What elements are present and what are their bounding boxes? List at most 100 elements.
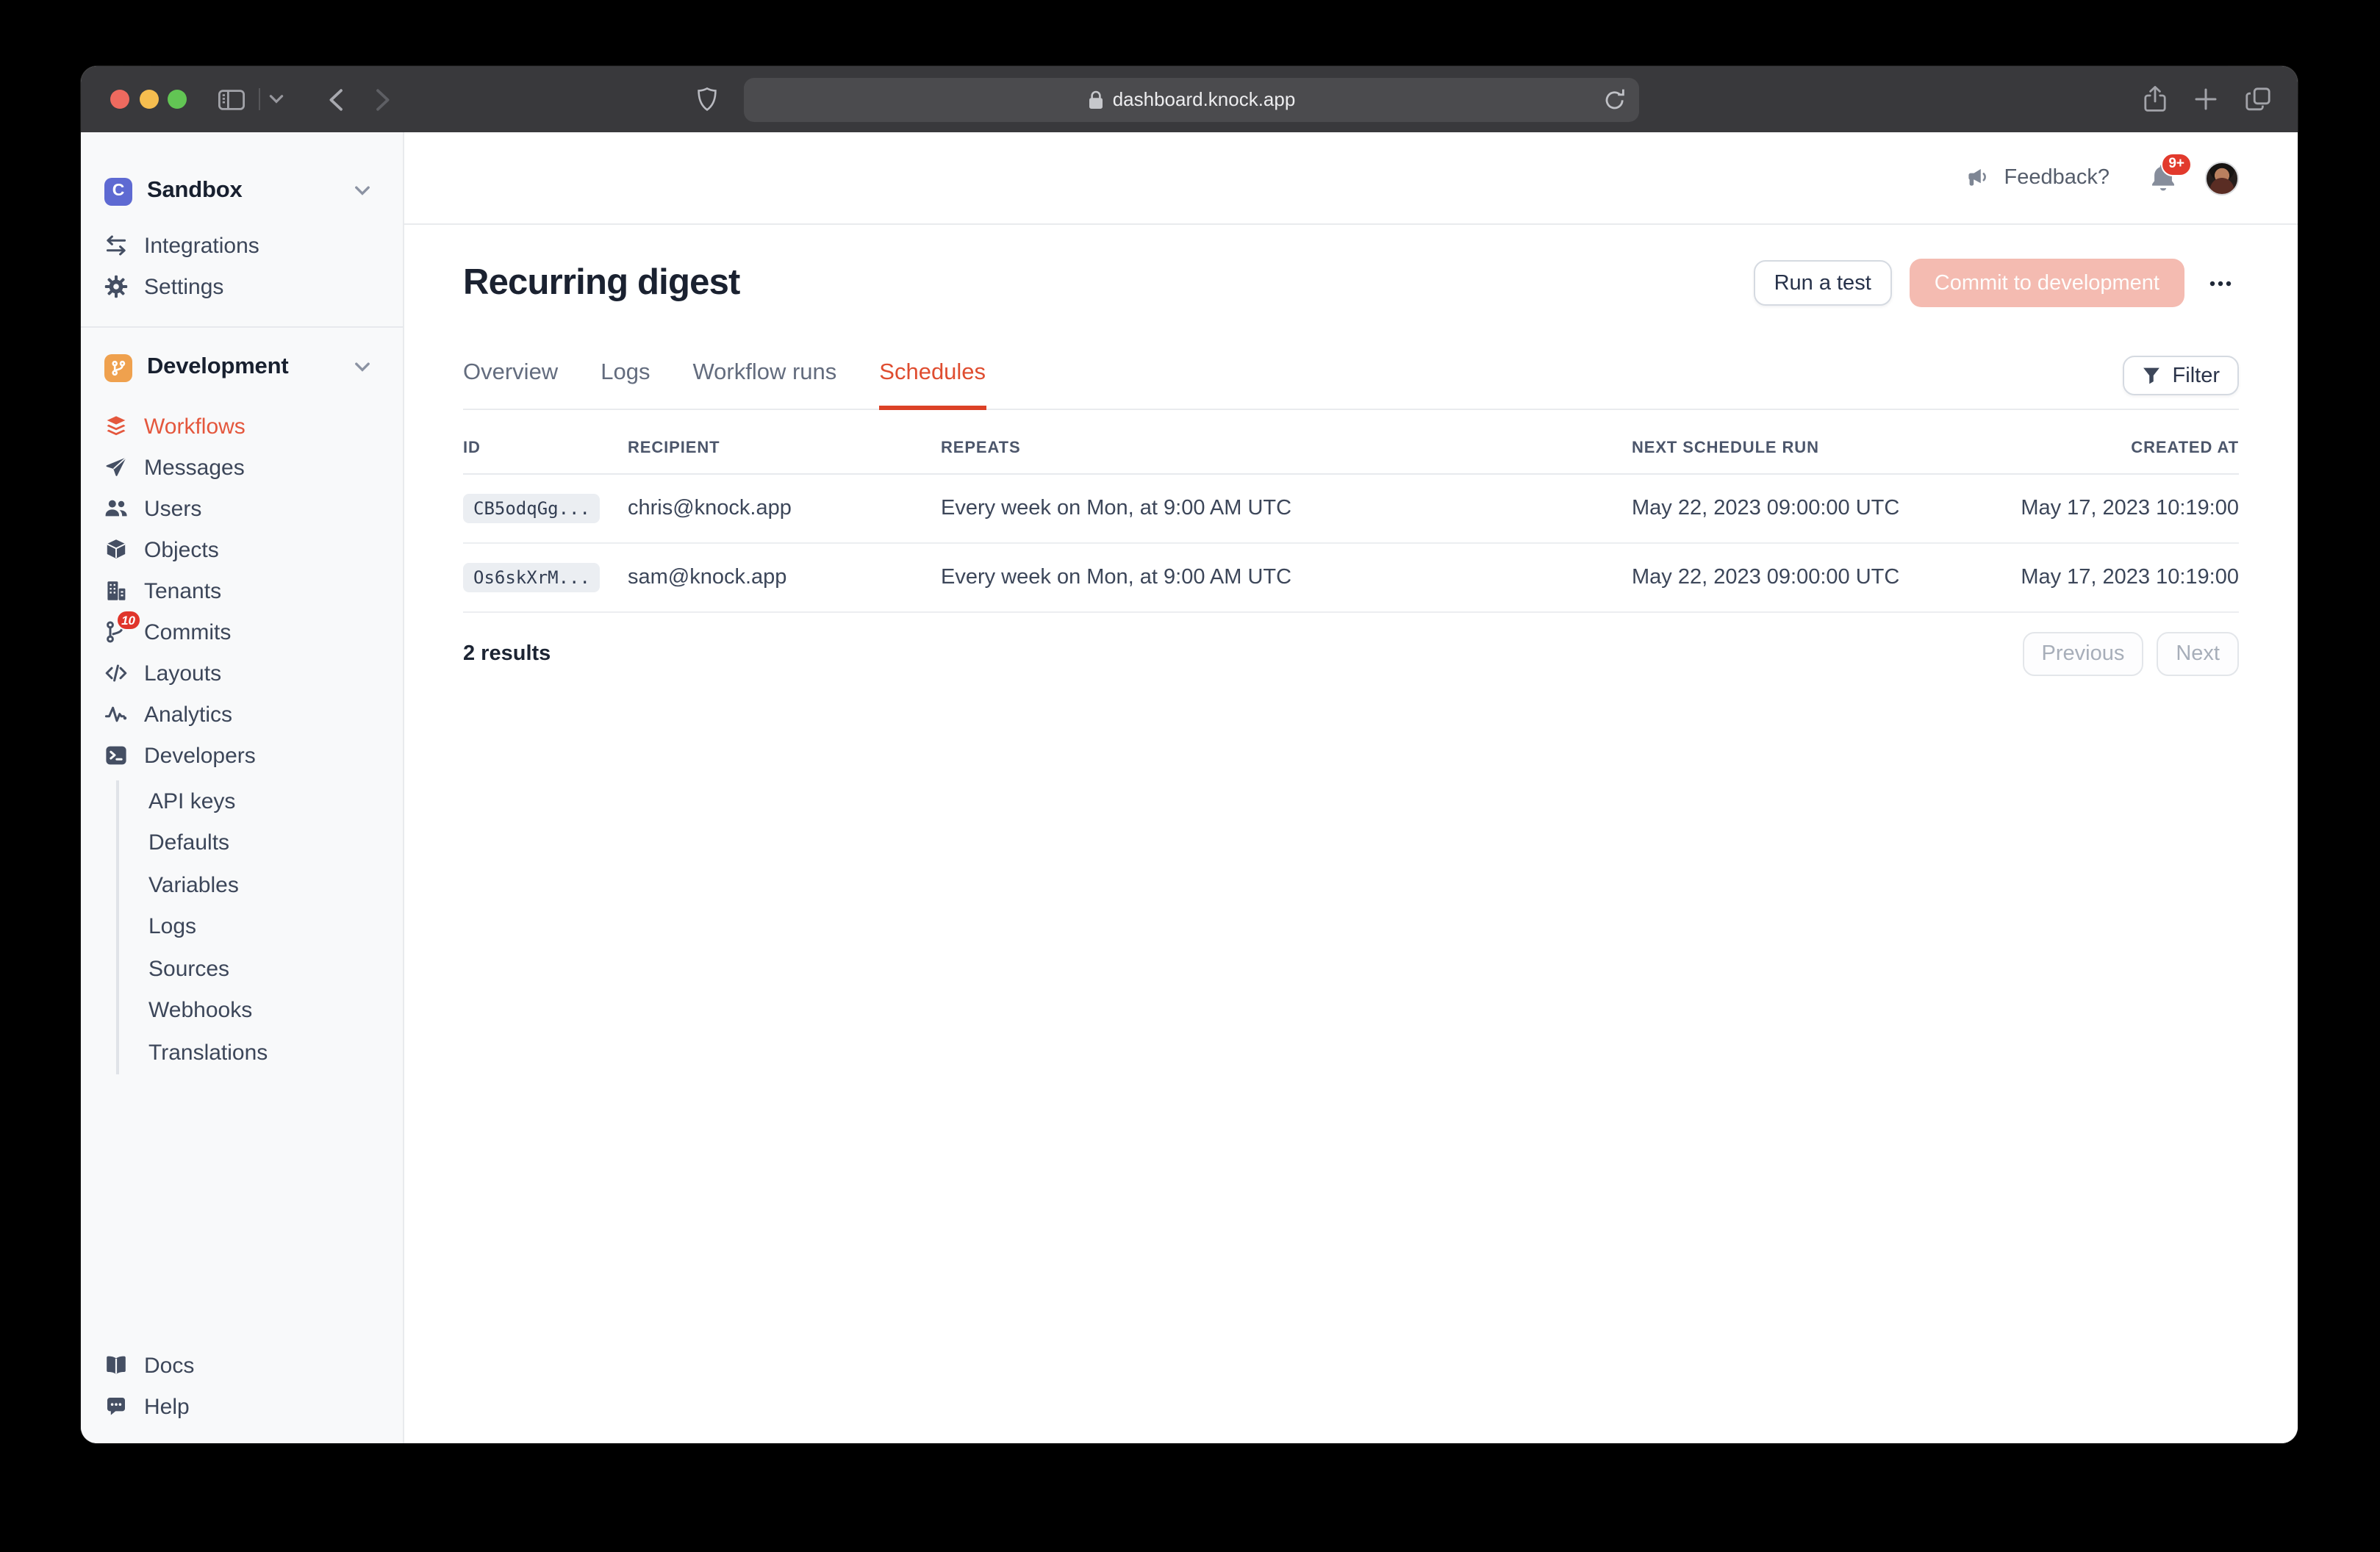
commit-to-development-button[interactable]: Commit to development bbox=[1910, 259, 2184, 307]
reload-button[interactable] bbox=[1604, 86, 1626, 111]
sidebar-item-analytics[interactable]: Analytics bbox=[81, 694, 403, 735]
sidebar-subitem-api-keys[interactable]: API keys bbox=[148, 780, 403, 822]
tabs-row: Overview Logs Workflow runs Schedules Fi… bbox=[463, 356, 2239, 410]
sidebar-item-help[interactable]: Help bbox=[81, 1386, 403, 1427]
tab-schedules[interactable]: Schedules bbox=[879, 360, 986, 410]
column-header-repeats: Repeats bbox=[941, 439, 1632, 457]
sidebar-subitem-defaults[interactable]: Defaults bbox=[148, 822, 403, 864]
new-tab-icon[interactable] bbox=[2195, 88, 2217, 110]
sidebar-item-commits[interactable]: 10 Commits bbox=[81, 611, 403, 653]
workspace-name: Sandbox bbox=[147, 178, 243, 204]
filter-button[interactable]: Filter bbox=[2123, 356, 2239, 395]
filter-label: Filter bbox=[2173, 364, 2220, 387]
column-header-created-at: Created at bbox=[1960, 439, 2239, 457]
cell-id: Os6skXrM... bbox=[463, 566, 628, 589]
sidebar-toggle-icon[interactable] bbox=[218, 87, 245, 111]
cell-id: CB5odqGg... bbox=[463, 497, 628, 520]
sidebar-subitem-webhooks[interactable]: Webhooks bbox=[148, 990, 403, 1032]
cell-recipient: chris@knock.app bbox=[628, 497, 941, 520]
column-header-next-schedule-run: Next schedule run bbox=[1632, 439, 1960, 457]
sidebar-item-label: Settings bbox=[144, 274, 223, 299]
address-bar[interactable]: dashboard.knock.app bbox=[744, 77, 1639, 121]
developers-subnav: API keys Defaults Variables Logs Sources… bbox=[116, 780, 403, 1074]
sidebar-item-docs[interactable]: Docs bbox=[81, 1345, 403, 1386]
tabs: Overview Logs Workflow runs Schedules bbox=[463, 360, 986, 409]
sidebar-item-objects[interactable]: Objects bbox=[81, 529, 403, 570]
sidebar-item-workflows[interactable]: Workflows bbox=[81, 406, 403, 447]
sidebar-item-messages[interactable]: Messages bbox=[81, 447, 403, 488]
previous-page-button[interactable]: Previous bbox=[2023, 632, 2144, 676]
avatar[interactable] bbox=[2205, 161, 2239, 195]
users-icon bbox=[104, 497, 128, 520]
privacy-shield-icon[interactable] bbox=[697, 87, 717, 112]
cell-created-at: May 17, 2023 10:19:00 bbox=[1960, 566, 2239, 589]
environment-logo-icon bbox=[104, 353, 132, 381]
sidebar: C Sandbox In bbox=[81, 132, 404, 1443]
pagination: Previous Next bbox=[2023, 632, 2240, 676]
schedule-id-chip: Os6skXrM... bbox=[463, 563, 601, 592]
run-a-test-button[interactable]: Run a test bbox=[1754, 260, 1892, 306]
fullscreen-window-button[interactable] bbox=[168, 90, 187, 109]
tab-group-chevron-icon[interactable] bbox=[269, 94, 284, 104]
cell-next-schedule-run: May 22, 2023 09:00:00 UTC bbox=[1632, 497, 1960, 520]
share-icon[interactable] bbox=[2143, 85, 2167, 113]
funnel-icon bbox=[2142, 366, 2161, 385]
terminal-icon bbox=[104, 744, 128, 767]
sidebar-item-tenants[interactable]: Tenants bbox=[81, 570, 403, 611]
workflow-page: Recurring digest Run a test Commit to de… bbox=[404, 225, 2298, 676]
sidebar-item-layouts[interactable]: Layouts bbox=[81, 653, 403, 694]
cell-repeats: Every week on Mon, at 9:00 AM UTC bbox=[941, 497, 1632, 520]
workspace-switcher[interactable]: C Sandbox bbox=[81, 170, 403, 212]
chevron-down-icon bbox=[354, 362, 370, 373]
table-row[interactable]: CB5odqGg... chris@knock.app Every week o… bbox=[463, 475, 2239, 544]
environment-switcher[interactable]: Development bbox=[81, 347, 403, 388]
paper-plane-icon bbox=[104, 456, 128, 479]
feedback-button[interactable]: Feedback? bbox=[1968, 166, 2110, 190]
titlebar-separator bbox=[259, 88, 260, 110]
sidebar-subitem-sources[interactable]: Sources bbox=[148, 948, 403, 990]
sidebar-item-label: Objects bbox=[144, 537, 219, 562]
main-panel: Feedback? 9+ Recurring digest bbox=[404, 132, 2298, 1443]
sidebar-item-settings[interactable]: Settings bbox=[81, 266, 403, 307]
environment-nav: Workflows Messages bbox=[81, 406, 403, 776]
sidebar-subitem-logs[interactable]: Logs bbox=[148, 906, 403, 948]
sidebar-item-label: Developers bbox=[144, 743, 256, 768]
app-frame: C Sandbox In bbox=[81, 132, 2298, 1443]
minimize-window-button[interactable] bbox=[139, 90, 158, 109]
back-button[interactable] bbox=[328, 87, 344, 111]
tab-overview[interactable]: Overview bbox=[463, 360, 558, 410]
browser-window: dashboard.knock.app bbox=[81, 66, 2298, 1443]
page-title: Recurring digest bbox=[463, 262, 740, 303]
chat-bubble-icon bbox=[104, 1395, 128, 1418]
table-row[interactable]: Os6skXrM... sam@knock.app Every week on … bbox=[463, 544, 2239, 613]
lock-icon bbox=[1088, 89, 1104, 109]
tab-logs[interactable]: Logs bbox=[601, 360, 650, 410]
close-window-button[interactable] bbox=[110, 90, 129, 109]
screenshot-stage: dashboard.knock.app bbox=[0, 0, 2380, 1552]
table-footer: 2 results Previous Next bbox=[463, 632, 2239, 676]
next-page-button[interactable]: Next bbox=[2157, 632, 2239, 676]
sidebar-divider bbox=[81, 326, 403, 328]
more-options-button[interactable] bbox=[2202, 271, 2239, 295]
cell-repeats: Every week on Mon, at 9:00 AM UTC bbox=[941, 566, 1632, 589]
sidebar-item-label: Docs bbox=[144, 1353, 194, 1378]
workspace-logo-letter: C bbox=[112, 182, 125, 200]
gear-icon bbox=[104, 275, 128, 298]
address-bar-url: dashboard.knock.app bbox=[1113, 88, 1296, 110]
sidebar-subitem-translations[interactable]: Translations bbox=[148, 1032, 403, 1074]
tab-overview-icon[interactable] bbox=[2245, 87, 2271, 112]
book-icon bbox=[104, 1354, 128, 1377]
sidebar-item-integrations[interactable]: Integrations bbox=[81, 225, 403, 266]
git-branch-icon: 10 bbox=[104, 620, 128, 644]
sidebar-item-label: Tenants bbox=[144, 578, 221, 603]
cell-next-schedule-run: May 22, 2023 09:00:00 UTC bbox=[1632, 566, 1960, 589]
notifications-button[interactable]: 9+ bbox=[2149, 162, 2177, 193]
sidebar-subitem-variables[interactable]: Variables bbox=[148, 864, 403, 906]
tab-workflow-runs[interactable]: Workflow runs bbox=[692, 360, 836, 410]
sidebar-item-users[interactable]: Users bbox=[81, 488, 403, 529]
cube-icon bbox=[104, 538, 128, 561]
sidebar-item-label: Integrations bbox=[144, 233, 259, 258]
schedule-id-chip: CB5odqGg... bbox=[463, 494, 601, 523]
forward-button[interactable] bbox=[375, 87, 391, 111]
sidebar-item-developers[interactable]: Developers bbox=[81, 735, 403, 776]
